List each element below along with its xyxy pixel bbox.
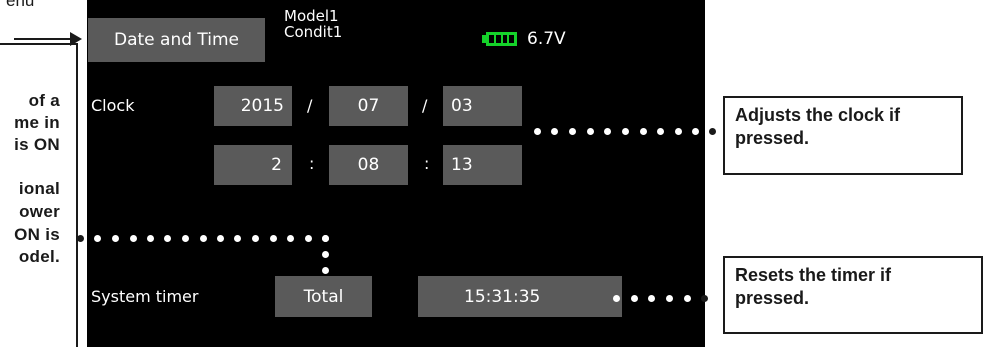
- left-annotation-box: of a me in is ON ional ower ON is odel.: [0, 43, 78, 347]
- leader-dot: [604, 128, 611, 135]
- leader-dot: [182, 235, 189, 242]
- leader-dot: [130, 235, 137, 242]
- leader-dot: [200, 235, 207, 242]
- title-tab[interactable]: Date and Time: [88, 18, 265, 62]
- leader-dot: [534, 128, 541, 135]
- left-annotation-line: me in: [14, 113, 60, 132]
- system-timer-value[interactable]: 15:31:35: [418, 276, 622, 317]
- left-annotation-line: ON is: [14, 225, 60, 244]
- leader-dot: [322, 251, 329, 258]
- timer-callout-line: Resets the timer if: [735, 265, 892, 285]
- leader-dot: [657, 128, 664, 135]
- battery-full-icon: [482, 32, 519, 46]
- leader-dot: [270, 235, 277, 242]
- model-name: Model1: [284, 7, 339, 25]
- timer-callout: Resets the timer if pressed.: [723, 256, 983, 334]
- clock-callout-line: Adjusts the clock if: [735, 105, 901, 125]
- transmitter-screen: Date and Time Model1 Condit1 6.7V Clock …: [87, 0, 705, 347]
- leader-dot: [551, 128, 558, 135]
- day-field[interactable]: 03: [443, 86, 522, 126]
- left-annotation-line: ional: [18, 179, 60, 198]
- leader-dot: [622, 128, 629, 135]
- time-separator: :: [309, 154, 315, 173]
- voltage-readout: 6.7V: [527, 29, 566, 49]
- leader-dot: [640, 128, 647, 135]
- month-field[interactable]: 07: [329, 86, 408, 126]
- clock-label: Clock: [91, 96, 135, 115]
- leader-dot: [94, 235, 101, 242]
- leader-dot: [252, 235, 259, 242]
- date-separator: /: [422, 96, 428, 115]
- model-info: Model1 Condit1: [284, 8, 342, 40]
- leader-dot: [287, 235, 294, 242]
- second-field[interactable]: 13: [443, 145, 522, 185]
- hour-field[interactable]: 2: [214, 145, 292, 185]
- leader-dot: [234, 235, 241, 242]
- left-annotation-line: is ON: [14, 135, 60, 154]
- top-annotation-fragment: enu: [6, 0, 35, 10]
- leader-dot: [77, 235, 84, 242]
- leader-dot: [675, 128, 682, 135]
- timer-callout-line: pressed.: [735, 288, 810, 308]
- leader-dot: [648, 295, 655, 302]
- arrow-line: [14, 38, 72, 40]
- leader-dot: [217, 235, 224, 242]
- left-annotation-line: odel.: [18, 247, 60, 266]
- condition-name: Condit1: [284, 23, 343, 41]
- system-timer-label: System timer: [91, 287, 199, 306]
- leader-dot: [569, 128, 576, 135]
- leader-dot: [147, 235, 154, 242]
- leader-dot: [701, 295, 708, 302]
- left-annotation-line: ower: [19, 202, 60, 221]
- total-button[interactable]: Total: [275, 276, 372, 317]
- clock-callout-line: pressed.: [735, 128, 810, 148]
- leader-dot: [164, 235, 171, 242]
- leader-dot: [322, 267, 329, 274]
- leader-dot: [684, 295, 691, 302]
- date-separator: /: [307, 96, 313, 115]
- leader-dot: [322, 235, 329, 242]
- leader-dot: [613, 295, 620, 302]
- clock-callout: Adjusts the clock if pressed.: [723, 96, 963, 175]
- leader-dot: [709, 128, 716, 135]
- year-field[interactable]: 2015: [214, 86, 292, 126]
- leader-dot: [305, 235, 312, 242]
- left-annotation-line: of a: [28, 91, 60, 110]
- minute-field[interactable]: 08: [329, 145, 408, 185]
- leader-dot: [587, 128, 594, 135]
- time-separator: :: [424, 154, 430, 173]
- leader-dot: [112, 235, 119, 242]
- leader-dot: [692, 128, 699, 135]
- leader-dot: [631, 295, 638, 302]
- leader-dot: [666, 295, 673, 302]
